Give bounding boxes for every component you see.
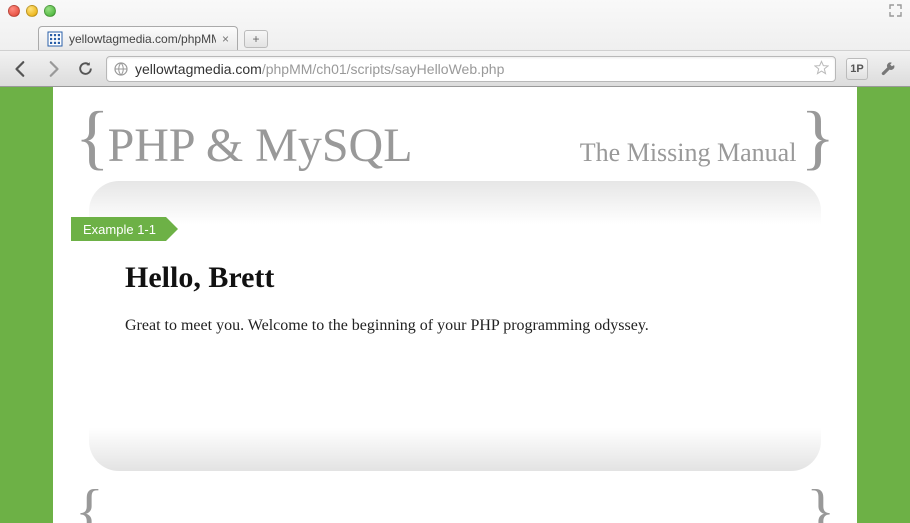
footer-braces: { } (71, 481, 839, 523)
browser-chrome: yellowtagmedia.com/phpMM × + yellowtagme… (0, 0, 910, 87)
page-subtitle: The Missing Manual (580, 138, 797, 168)
favicon-icon (47, 31, 63, 47)
back-button[interactable] (10, 58, 32, 80)
example-label: Example 1-1 (83, 222, 156, 237)
tabstrip: yellowtagmedia.com/phpMM × + (0, 22, 910, 50)
globe-icon (113, 61, 129, 77)
title-right: The Missing Manual } (580, 101, 835, 173)
address-path: /phpMM/ch01/scripts/sayHelloWeb.php (262, 61, 505, 77)
tab-close-icon[interactable]: × (222, 32, 229, 46)
forward-button[interactable] (42, 58, 64, 80)
traffic-lights (8, 5, 56, 17)
footer-brace-close-icon: } (806, 481, 835, 523)
window-zoom-button[interactable] (44, 5, 56, 17)
fullscreen-icon[interactable] (889, 4, 902, 17)
window-close-button[interactable] (8, 5, 20, 17)
new-tab-button[interactable]: + (244, 30, 268, 48)
brace-close-icon: } (800, 101, 835, 173)
page-viewport: { PHP & MySQL The Missing Manual } Examp… (0, 87, 910, 523)
tab-title: yellowtagmedia.com/phpMM (69, 32, 216, 46)
address-host: yellowtagmedia.com (135, 61, 262, 77)
window-minimize-button[interactable] (26, 5, 38, 17)
content-body: Hello, Brett Great to meet you. Welcome … (89, 181, 821, 335)
extension-label: 1P (850, 63, 863, 75)
page-title: PHP & MySQL (108, 118, 413, 173)
address-text: yellowtagmedia.com/phpMM/ch01/scripts/sa… (135, 61, 810, 77)
page-header: { PHP & MySQL The Missing Manual } (71, 101, 839, 177)
browser-tab[interactable]: yellowtagmedia.com/phpMM × (38, 26, 238, 50)
example-ribbon: Example 1-1 (71, 217, 166, 241)
content-panel: Example 1-1 Hello, Brett Great to meet y… (89, 181, 821, 471)
footer-brace-open-icon: { (75, 481, 104, 523)
extension-button[interactable]: 1P (846, 58, 868, 80)
toolbar: yellowtagmedia.com/phpMM/ch01/scripts/sa… (0, 50, 910, 86)
bookmark-star-icon[interactable] (814, 60, 829, 78)
page-container: { PHP & MySQL The Missing Manual } Examp… (53, 87, 857, 523)
greeting-heading: Hello, Brett (125, 261, 785, 295)
address-bar[interactable]: yellowtagmedia.com/phpMM/ch01/scripts/sa… (106, 56, 836, 82)
title-left: { PHP & MySQL (75, 101, 413, 173)
titlebar (0, 0, 910, 22)
reload-button[interactable] (74, 58, 96, 80)
wrench-menu-button[interactable] (878, 58, 900, 80)
greeting-paragraph: Great to meet you. Welcome to the beginn… (125, 317, 785, 335)
plus-icon: + (252, 32, 259, 46)
brace-open-icon: { (75, 101, 110, 173)
